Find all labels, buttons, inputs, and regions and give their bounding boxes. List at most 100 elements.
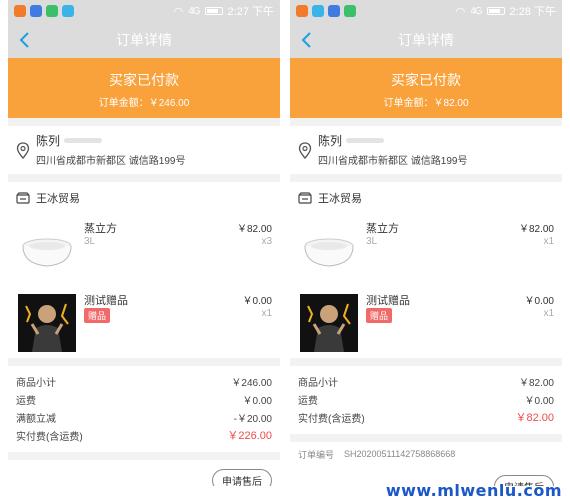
order-amount: 订单金额：￥246.00 bbox=[98, 98, 190, 109]
summary-label: 商品小计 bbox=[298, 377, 338, 389]
order-detail-screen-right: ◠ 4G 2:28 下午 订单详情 买家已付款 订单金额：￥82.00 陈列 四… bbox=[290, 0, 562, 486]
shop-header[interactable]: 王冰贸易 bbox=[290, 182, 562, 214]
shop-header[interactable]: 王冰贸易 bbox=[8, 182, 280, 214]
product-quantity: x1 bbox=[543, 308, 554, 319]
total-paid-value: ￥82.00 bbox=[515, 412, 554, 424]
address-line: 四川省成都市新都区 诚信路199号 bbox=[318, 156, 468, 167]
signal-label: 4G bbox=[470, 5, 482, 17]
summary-row: 实付费(含运费) ￥82.00 bbox=[298, 408, 554, 426]
blurred-phone bbox=[346, 138, 385, 143]
back-arrow-icon[interactable] bbox=[16, 31, 34, 49]
price-summary: 商品小计 ￥246.00 运费 ￥0.00 满额立减 -￥20.00 实付费(含运费)… bbox=[8, 366, 280, 452]
battery-icon bbox=[486, 7, 505, 15]
summary-label: 满额立减 bbox=[16, 413, 56, 425]
product-price: ￥82.00 bbox=[236, 224, 272, 235]
summary-value: ￥82.00 bbox=[518, 377, 554, 389]
price-summary: 商品小计 ￥82.00 运费 ￥0.00 实付费(含运费) ￥82.00 bbox=[290, 366, 562, 434]
summary-row: 实付费(含运费) ￥226.00 bbox=[16, 426, 272, 444]
product-row[interactable]: 蒸立方 3L ￥82.00 x1 bbox=[290, 214, 562, 286]
summary-value: ￥0.00 bbox=[524, 395, 554, 407]
signal-label: 4G bbox=[188, 5, 200, 17]
summary-label: 实付费(含运费) bbox=[16, 431, 83, 443]
summary-row: 商品小计 ￥246.00 bbox=[16, 372, 272, 390]
back-arrow-icon[interactable] bbox=[298, 31, 316, 49]
summary-label: 实付费(含运费) bbox=[298, 413, 365, 425]
shop-name: 王冰贸易 bbox=[318, 193, 362, 205]
summary-row: 运费 ￥0.00 bbox=[16, 390, 272, 408]
app-notification-icon bbox=[312, 5, 324, 17]
app-notification-icon bbox=[30, 5, 42, 17]
product-price: ￥0.00 bbox=[242, 296, 272, 307]
shipping-address: 陈列 四川省成都市新都区 诚信路199号 bbox=[8, 126, 280, 174]
product-quantity: x1 bbox=[543, 236, 554, 247]
status-bar: ◠ 4G 2:27 下午 bbox=[8, 0, 280, 22]
blurred-phone bbox=[64, 138, 103, 143]
product-quantity: x1 bbox=[261, 308, 272, 319]
order-amount: 订单金额：￥82.00 bbox=[383, 98, 469, 109]
location-pin-icon bbox=[298, 142, 312, 159]
status-bar: ◠ 4G 2:28 下午 bbox=[290, 0, 562, 22]
notification-icons bbox=[296, 5, 356, 17]
after-sale-button[interactable]: 申请售后 bbox=[212, 468, 272, 486]
watermark: www.mlwenlu.com bbox=[385, 481, 562, 500]
app-notification-icon bbox=[296, 5, 308, 17]
action-bar: 申请售后 bbox=[8, 460, 280, 486]
steamer-product-image bbox=[300, 222, 358, 280]
product-spec: 3L bbox=[366, 236, 378, 247]
gift-product-image bbox=[18, 294, 76, 352]
total-paid-value: ￥226.00 bbox=[227, 430, 272, 442]
product-row[interactable]: 测试赠品 赠品 ￥0.00 x1 bbox=[8, 286, 280, 358]
shop-name: 王冰贸易 bbox=[36, 193, 80, 205]
order-status: 买家已付款 bbox=[391, 72, 461, 88]
summary-row: 商品小计 ￥82.00 bbox=[298, 372, 554, 390]
product-price: ￥0.00 bbox=[524, 296, 554, 307]
steamer-product-image bbox=[18, 222, 76, 280]
wifi-icon: ◠ bbox=[173, 5, 184, 18]
recipient-name: 陈列 bbox=[318, 134, 343, 148]
summary-row: 满额立减 -￥20.00 bbox=[16, 408, 272, 426]
product-spec: 3L bbox=[84, 236, 96, 247]
product-name: 测试赠品 bbox=[84, 295, 128, 307]
title-bar: 订单详情 bbox=[290, 22, 562, 58]
order-status: 买家已付款 bbox=[109, 72, 179, 88]
product-name: 蒸立方 bbox=[366, 223, 399, 235]
product-name: 蒸立方 bbox=[84, 223, 117, 235]
summary-row: 运费 ￥0.00 bbox=[298, 390, 554, 408]
order-number-value: SH20200511142758868668 bbox=[344, 449, 456, 459]
summary-value: ￥0.00 bbox=[242, 395, 272, 407]
shop-icon bbox=[298, 192, 312, 204]
clock: 2:27 下午 bbox=[227, 6, 274, 18]
page-title: 订单详情 bbox=[398, 32, 454, 48]
order-status-banner: 买家已付款 订单金额：￥246.00 bbox=[8, 58, 280, 118]
gift-product-image bbox=[300, 294, 358, 352]
wifi-icon: ◠ bbox=[455, 5, 466, 18]
order-status-banner: 买家已付款 订单金额：￥82.00 bbox=[290, 58, 562, 118]
product-row[interactable]: 蒸立方 3L ￥82.00 x3 bbox=[8, 214, 280, 286]
app-notification-icon bbox=[62, 5, 74, 17]
product-price: ￥82.00 bbox=[518, 224, 554, 235]
battery-icon bbox=[204, 7, 223, 15]
shipping-address: 陈列 四川省成都市新都区 诚信路199号 bbox=[290, 126, 562, 174]
summary-label: 商品小计 bbox=[16, 377, 56, 389]
summary-value: -￥20.00 bbox=[233, 413, 272, 425]
title-bar: 订单详情 bbox=[8, 22, 280, 58]
page-title: 订单详情 bbox=[116, 32, 172, 48]
gift-tag: 赠品 bbox=[366, 308, 393, 323]
app-notification-icon bbox=[46, 5, 58, 17]
location-pin-icon bbox=[16, 142, 30, 159]
summary-value: ￥246.00 bbox=[231, 377, 272, 389]
shop-icon bbox=[16, 192, 30, 204]
gift-tag: 赠品 bbox=[84, 308, 111, 323]
notification-icons bbox=[14, 5, 74, 17]
recipient-name: 陈列 bbox=[36, 134, 61, 148]
product-name: 测试赠品 bbox=[366, 295, 410, 307]
product-row[interactable]: 测试赠品 赠品 ￥0.00 x1 bbox=[290, 286, 562, 358]
summary-label: 运费 bbox=[16, 395, 36, 407]
order-number: 订单编号 SH20200511142758868668 bbox=[290, 442, 562, 466]
order-detail-screen-left: ◠ 4G 2:27 下午 订单详情 买家已付款 订单金额：￥246.00 陈列 … bbox=[8, 0, 280, 486]
app-notification-icon bbox=[14, 5, 26, 17]
summary-label: 运费 bbox=[298, 395, 318, 407]
address-line: 四川省成都市新都区 诚信路199号 bbox=[36, 156, 186, 167]
clock: 2:28 下午 bbox=[509, 6, 556, 18]
app-notification-icon bbox=[344, 5, 356, 17]
